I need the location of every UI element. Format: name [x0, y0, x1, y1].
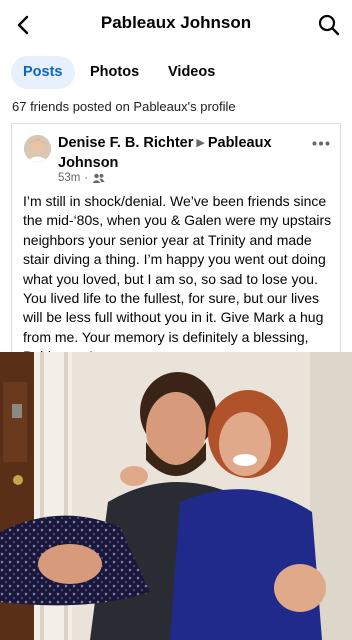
tab-photos[interactable]: Photos: [78, 56, 151, 89]
post-card: Denise F. B. Richter ▶ Pableaux Johnson 53…: [11, 123, 341, 364]
search-button[interactable]: [314, 10, 344, 40]
post-meta: 53m ·: [58, 172, 105, 184]
more-options-button[interactable]: [310, 136, 332, 150]
friends-posted-summary: 67 friends posted on Pableaux's profile: [12, 99, 236, 114]
friends-icon: [92, 173, 105, 183]
post-text: I’m still in shock/denial. We’ve been fr…: [23, 193, 332, 364]
post-author-line: Denise F. B. Richter ▶ Pableaux Johnson: [58, 134, 298, 173]
page-title: Pableaux Johnson: [100, 13, 252, 32]
caret-right-icon: ▶: [196, 137, 205, 149]
top-navigation-bar: Pableaux Johnson: [0, 0, 352, 50]
post-photo[interactable]: [0, 352, 352, 640]
avatar[interactable]: [24, 135, 51, 162]
tab-videos[interactable]: Videos: [156, 56, 227, 89]
post-author-name[interactable]: Denise F. B. Richter: [58, 135, 193, 151]
tab-posts[interactable]: Posts: [11, 56, 75, 89]
profile-tabs: Posts Photos Videos: [0, 54, 352, 92]
post-timestamp[interactable]: 53m: [58, 172, 80, 184]
more-horizontal-icon: [312, 141, 330, 145]
search-icon: [318, 14, 340, 36]
